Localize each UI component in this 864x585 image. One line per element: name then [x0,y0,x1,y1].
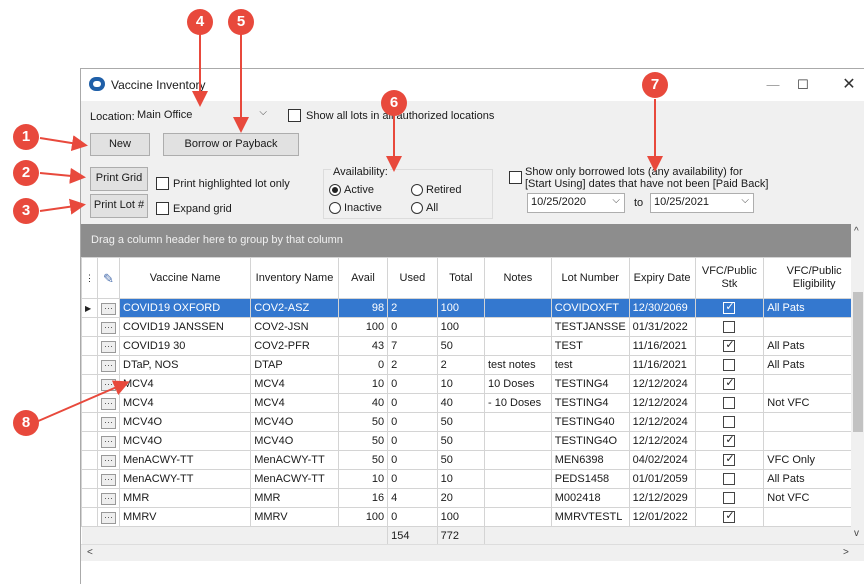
annotation-marker-7: 7 [642,72,668,98]
annotation-arrow-8 [36,383,126,422]
annotation-marker-2: 2 [13,160,39,186]
annotation-arrow-3 [40,205,82,211]
annotation-arrow-1 [40,138,84,145]
annotation-marker-6: 6 [381,90,407,116]
annotation-marker-1: 1 [13,124,39,150]
annotation-marker-3: 3 [13,198,39,224]
annotation-marker-4: 4 [187,9,213,35]
annotation-marker-5: 5 [228,9,254,35]
annotation-arrow-2 [40,173,82,177]
annotation-arrows [0,0,864,584]
annotation-marker-8: 8 [13,410,39,436]
